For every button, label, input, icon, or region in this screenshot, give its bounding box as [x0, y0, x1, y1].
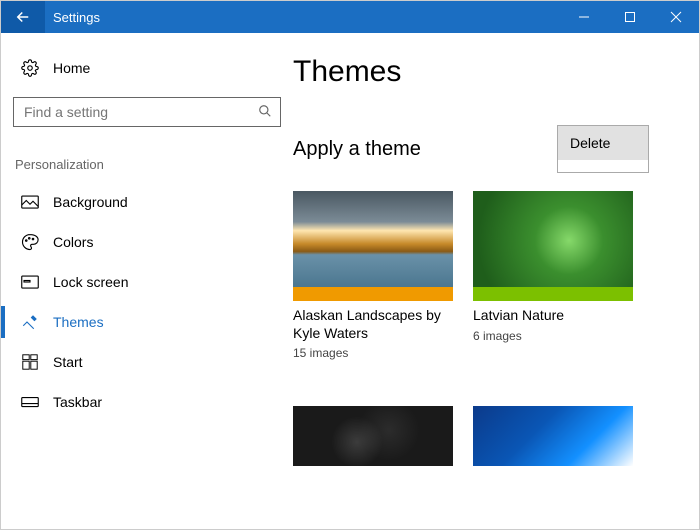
search-icon [258, 104, 272, 121]
themes-grid: Alaskan Landscapes by Kyle Waters 15 ima… [293, 191, 663, 360]
back-button[interactable] [1, 1, 45, 33]
search-box[interactable] [13, 97, 281, 127]
window-title: Settings [53, 10, 100, 25]
theme-thumbnail [473, 191, 633, 301]
theme-thumbnail [293, 191, 453, 301]
theme-title: Latvian Nature [473, 307, 633, 325]
theme-thumbnail [293, 406, 453, 466]
titlebar: Settings [1, 1, 699, 33]
sidebar-item-colors[interactable]: Colors [13, 222, 293, 262]
sidebar-item-lockscreen[interactable]: Lock screen [13, 262, 293, 302]
background-icon [19, 195, 41, 209]
taskbar-icon [19, 396, 41, 408]
start-icon [19, 354, 41, 370]
sidebar: Home Personalization Background Colors [1, 33, 293, 529]
sidebar-item-background[interactable]: Background [13, 182, 293, 222]
maximize-button[interactable] [607, 1, 653, 33]
themes-icon [19, 313, 41, 331]
sidebar-item-label: Start [53, 354, 83, 370]
theme-card[interactable] [293, 406, 453, 466]
section-title: Apply a theme [293, 138, 421, 161]
delete-label: Delete [570, 135, 610, 151]
main-content: Themes Apply a theme Delete Alaskan Land… [293, 33, 699, 529]
themes-grid-row2 [293, 406, 663, 466]
theme-card[interactable]: Alaskan Landscapes by Kyle Waters 15 ima… [293, 191, 453, 360]
theme-card[interactable]: Latvian Nature 6 images [473, 191, 633, 360]
page-title: Themes [293, 55, 689, 89]
lockscreen-icon [19, 275, 41, 289]
theme-count: 15 images [293, 346, 453, 360]
colors-icon [19, 233, 41, 251]
sidebar-item-label: Colors [53, 234, 93, 250]
nav-list: Background Colors Lock screen Themes [13, 182, 293, 422]
sidebar-item-label: Themes [53, 314, 104, 330]
theme-card[interactable] [473, 406, 633, 466]
delete-button[interactable]: Delete [558, 126, 648, 160]
theme-accent-stripe [473, 287, 633, 301]
sidebar-item-themes[interactable]: Themes [13, 302, 293, 342]
close-button[interactable] [653, 1, 699, 33]
home-button[interactable]: Home [13, 51, 293, 85]
context-menu: Delete [557, 125, 649, 173]
theme-title: Alaskan Landscapes by Kyle Waters [293, 307, 453, 342]
sidebar-item-start[interactable]: Start [13, 342, 293, 382]
theme-accent-stripe [293, 287, 453, 301]
sidebar-item-taskbar[interactable]: Taskbar [13, 382, 293, 422]
sidebar-section-label: Personalization [13, 157, 293, 172]
gear-icon [19, 59, 41, 77]
sidebar-item-label: Taskbar [53, 394, 102, 410]
theme-thumbnail [473, 406, 633, 466]
search-input[interactable] [22, 103, 258, 121]
sidebar-item-label: Lock screen [53, 274, 128, 290]
sidebar-item-label: Background [53, 194, 128, 210]
theme-count: 6 images [473, 329, 633, 343]
home-label: Home [53, 60, 90, 76]
minimize-button[interactable] [561, 1, 607, 33]
